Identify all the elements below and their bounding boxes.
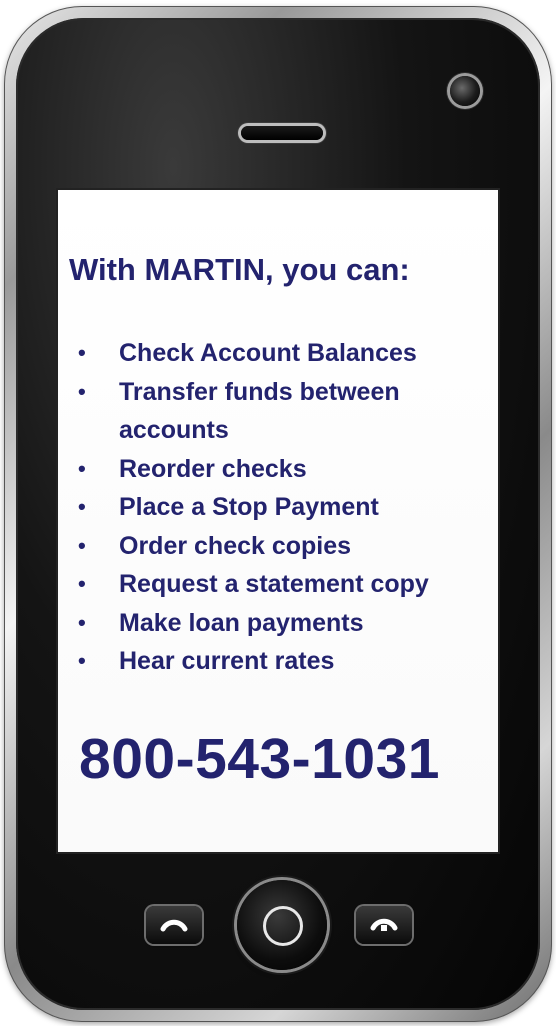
feature-item-label: Order check copies xyxy=(119,531,352,560)
feature-item-label: Request a statement copy xyxy=(119,570,429,598)
phone-hangup-icon xyxy=(370,918,398,931)
phone-screen: With MARTIN, you can: • Check Account Ba… xyxy=(58,190,498,852)
feature-item: • Make loan payments xyxy=(58,604,489,643)
phone-number[interactable]: 800-543-1031 xyxy=(79,726,440,792)
feature-item-label: Reorder checks xyxy=(119,454,307,483)
bullet-icon: • xyxy=(78,609,86,635)
feature-list: • Check Account Balances • Transfer fund… xyxy=(58,334,489,681)
feature-item: • Request a statement copy xyxy=(58,565,489,604)
feature-item: • Transfer funds between accounts xyxy=(58,373,489,450)
bullet-icon: • xyxy=(78,494,86,519)
feature-item: • Check Account Balances xyxy=(58,334,489,373)
feature-item: • Place a Stop Payment xyxy=(58,488,489,527)
bullet-icon: • xyxy=(78,532,86,558)
feature-item: • Order check copies xyxy=(58,527,489,566)
bullet-icon: • xyxy=(78,571,86,596)
feature-item: • Hear current rates xyxy=(58,642,489,681)
bullet-icon: • xyxy=(78,455,86,481)
feature-item-label: Check Account Balances xyxy=(119,339,417,367)
bullet-icon: • xyxy=(78,378,86,404)
phone-call-icon xyxy=(160,919,188,932)
bullet-icon: • xyxy=(78,340,86,365)
feature-item-label: Place a Stop Payment xyxy=(119,493,379,521)
camera-lens-icon xyxy=(450,76,480,106)
feature-item-label: Make loan payments xyxy=(119,608,364,637)
call-button[interactable] xyxy=(146,906,202,944)
feature-item-label: Transfer funds between accounts xyxy=(119,377,400,445)
earpiece-speaker-icon xyxy=(241,126,323,140)
home-button[interactable] xyxy=(237,880,327,970)
end-call-button[interactable] xyxy=(356,906,412,944)
feature-item-label: Hear current rates xyxy=(119,647,335,675)
headline: With MARTIN, you can: xyxy=(69,252,410,287)
bullet-icon: • xyxy=(78,648,86,673)
feature-item: • Reorder checks xyxy=(58,450,489,489)
home-ring-icon xyxy=(263,906,303,946)
